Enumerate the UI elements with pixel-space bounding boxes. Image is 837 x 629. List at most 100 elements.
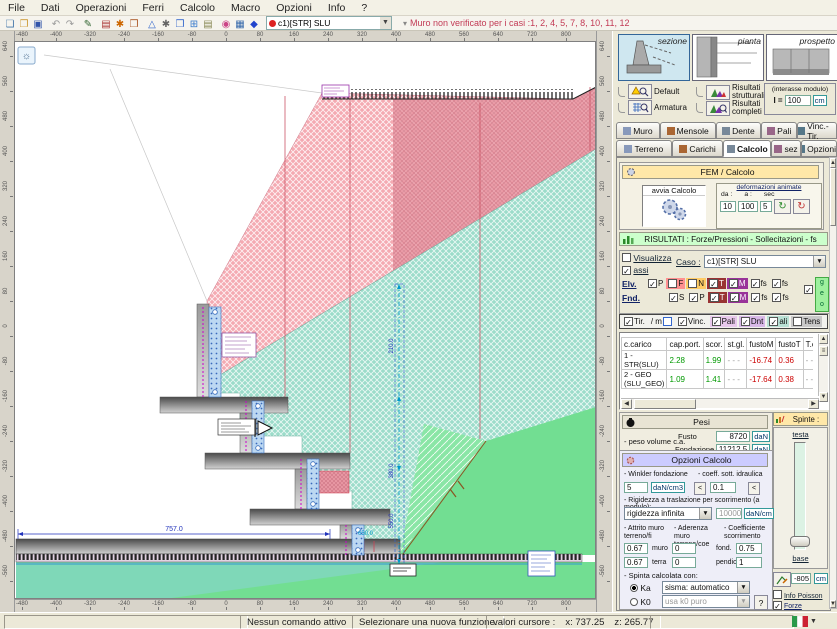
colors-icon[interactable]: ◉ [219,18,233,31]
table-vscrollbar[interactable]: ▲ ≡ ▼ [818,334,828,396]
assi-checkbox[interactable]: assi [622,265,649,275]
scroll-up-icon[interactable]: ▲ [819,334,828,344]
menu-operazioni[interactable]: Operazioni [68,2,135,14]
canvas-orientation-icon[interactable]: ☼ [18,47,35,64]
checkbox[interactable] [710,293,719,302]
scroll-down-icon[interactable]: ▼ [819,392,828,402]
attrito-muro-input[interactable]: 0.67 [624,543,648,554]
document-icon[interactable]: ▤ [201,18,215,31]
menu-info[interactable]: Info [320,2,354,14]
checkbox[interactable] [773,590,782,599]
result-token-fs[interactable]: fs [770,278,790,289]
redo-icon[interactable]: ↷ [63,18,77,31]
radio[interactable] [630,598,638,606]
radio[interactable] [630,584,638,592]
checkbox[interactable] [769,317,778,326]
sisma-combo[interactable]: sisma: automatico ▼ [662,581,750,594]
result-token-vinc-[interactable]: Vinc. [676,316,708,327]
result-token-fs[interactable]: fs [770,292,790,303]
k0-radio[interactable]: K0 [630,597,651,607]
chevron-down-icon[interactable]: ▼ [699,508,711,519]
ka-radio[interactable]: Ka [630,583,651,593]
armatura-view-button[interactable] [628,100,652,115]
panel-scrollbar[interactable]: ▲ ▼ [829,157,837,609]
checkbox[interactable] [773,601,782,610]
drawing-canvas[interactable]: -480-400-320-240-160-8008016024032040048… [0,31,612,612]
table-header-cell[interactable]: fustoM [747,338,776,351]
chevron-down-icon[interactable]: ▼ [813,256,825,267]
result-token-f[interactable]: F [666,278,685,289]
tab-terreno[interactable]: Terreno [616,140,672,157]
menu-calcolo[interactable]: Calcolo [172,2,223,14]
tab-dente[interactable]: Dente [716,122,762,139]
view-tile-pianta[interactable]: pianta [692,34,764,81]
menu--[interactable]: ? [353,2,375,14]
result-token-pali[interactable]: Pali [710,316,737,327]
results-table[interactable]: c.caricocap.port.scor.st.gl.fustoMfustoT… [621,337,813,389]
settings-gear-icon[interactable]: ✱ [159,18,173,31]
result-token-n[interactable]: N [686,278,706,289]
table-header-cell[interactable]: fustoT [776,338,803,351]
checkbox[interactable] [709,279,718,288]
checkbox[interactable] [688,279,697,288]
testa-label[interactable]: testa [792,430,808,439]
info-poisson-checkbox[interactable]: Info Poisson [773,590,822,600]
table-menu-icon[interactable]: ≡ [819,346,828,356]
deform-da-input[interactable]: 10 [720,201,736,212]
spinte-quota-input[interactable]: -805 [791,573,811,584]
checkbox[interactable] [689,293,698,302]
chevron-down-icon[interactable]: ▼ [737,596,749,607]
result-token-tir-[interactable]: Tir. [622,316,647,327]
macro-icon[interactable]: ✱ [113,18,127,31]
menu-dati[interactable]: Dati [33,2,68,14]
result-token-t[interactable]: T [707,278,726,289]
edit-icon[interactable]: ✎ [81,18,95,31]
result-token-p[interactable]: P [646,278,665,289]
visualizza-checkbox[interactable]: Visualizza [622,253,672,263]
view-tile-prospetto[interactable]: prospetto [766,34,837,81]
stop-animation-button[interactable]: ↻ [793,199,810,214]
panel-scroll-thumb[interactable] [830,168,836,226]
checkbox[interactable] [624,317,633,326]
checkbox[interactable] [730,293,739,302]
table-header-cell[interactable]: c.carico [622,338,667,351]
scroll-up-icon[interactable]: ▲ [830,158,836,168]
chevron-down-icon[interactable]: ▼ [810,618,817,625]
spinte-edit-button[interactable] [773,572,791,587]
aderenza-muro-input[interactable]: 0 [672,543,696,554]
result-token-fs[interactable]: fs [749,278,769,289]
checkbox[interactable] [712,317,721,326]
checkbox[interactable] [729,279,738,288]
network-icon[interactable]: ⊞ [187,18,201,31]
tab-sez[interactable]: sez [771,140,801,157]
rigidezza-input[interactable]: 10000 [716,508,742,519]
checkbox[interactable] [668,279,677,288]
checkbox[interactable] [622,266,631,275]
rigidezza-combo[interactable]: rigidezza infinita ▼ [624,507,712,520]
menu-opzioni[interactable]: Opzioni [268,2,320,14]
menu-file[interactable]: File [0,2,33,14]
tab-opzioni[interactable]: Opzioni [801,140,837,157]
result-token-p[interactable]: P [687,292,706,303]
section-drawing[interactable]: 757.0 [14,41,596,599]
forze-checkbox[interactable]: Forze [773,601,802,610]
checkbox[interactable] [648,279,657,288]
table-icon[interactable]: ▦ [233,18,247,31]
chevron-down-icon[interactable]: ▼ [380,17,391,29]
view-tile-sezione[interactable]: sezione [618,34,690,81]
play-animation-button[interactable]: ↻ [774,199,791,214]
shield-icon[interactable]: ◆ [247,18,261,31]
checkbox[interactable] [772,293,781,302]
checkbox[interactable] [678,317,687,326]
help-button[interactable]: ? [754,595,768,610]
interasse-input[interactable]: 100 [785,95,811,106]
tab-mensole[interactable]: Mensole [660,122,716,139]
table-row[interactable]: 2 - GEO (SLU_GEO)1.091.41- - --17.640.38… [622,370,814,389]
spinte-slider-handle[interactable] [790,536,810,547]
window-icon[interactable]: ❒ [173,18,187,31]
scroll-right-icon[interactable]: ▶ [808,399,819,409]
coeff-input[interactable]: 0.1 [710,482,736,493]
coeff-picker-button[interactable]: < [748,482,760,495]
save-icon[interactable]: ▣ [31,18,45,31]
winkler-picker-button[interactable]: < [694,482,706,495]
